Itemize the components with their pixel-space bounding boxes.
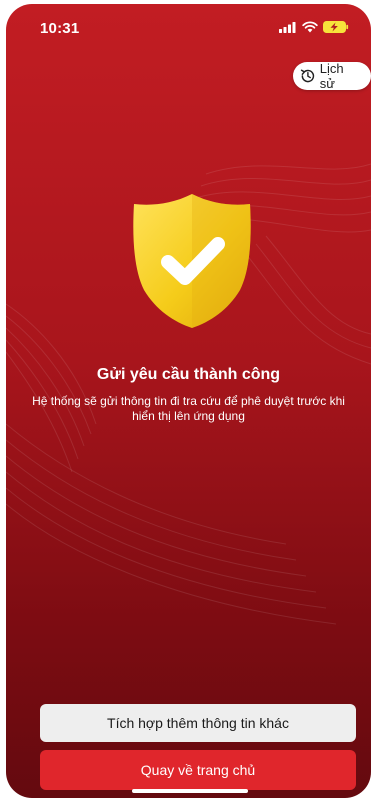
wifi-icon — [302, 21, 318, 33]
integrate-more-info-button[interactable]: Tích hợp thêm thông tin khác — [40, 704, 356, 742]
description-line-2: hiển thị lên ứng dụng — [132, 409, 245, 423]
status-time: 10:31 — [40, 20, 80, 37]
history-button-label: Lịch sử — [319, 61, 344, 91]
success-description: Hệ thống sẽ gửi thông tin đi tra cứu để … — [6, 394, 371, 424]
status-icons — [279, 21, 349, 33]
success-title: Gửi yêu cầu thành công — [96, 366, 281, 383]
history-clock-icon — [300, 69, 315, 83]
home-indicator — [132, 789, 248, 793]
signal-icon — [279, 21, 296, 33]
phone-frame: 10:31 Lịch sử Gửi yêu cầu thành công Hệ … — [0, 0, 377, 802]
status-bar: 10:31 — [6, 4, 371, 48]
app-screen: 10:31 Lịch sử Gửi yêu cầu thành công Hệ … — [6, 4, 371, 798]
battery-charging-icon — [323, 21, 349, 33]
back-to-home-button[interactable]: Quay về trang chủ — [40, 750, 356, 790]
history-button[interactable]: Lịch sử — [293, 61, 371, 91]
description-line-1: Hệ thống sẽ gửi thông tin đi tra cứu để … — [32, 394, 345, 408]
shield-check-icon — [128, 190, 256, 332]
